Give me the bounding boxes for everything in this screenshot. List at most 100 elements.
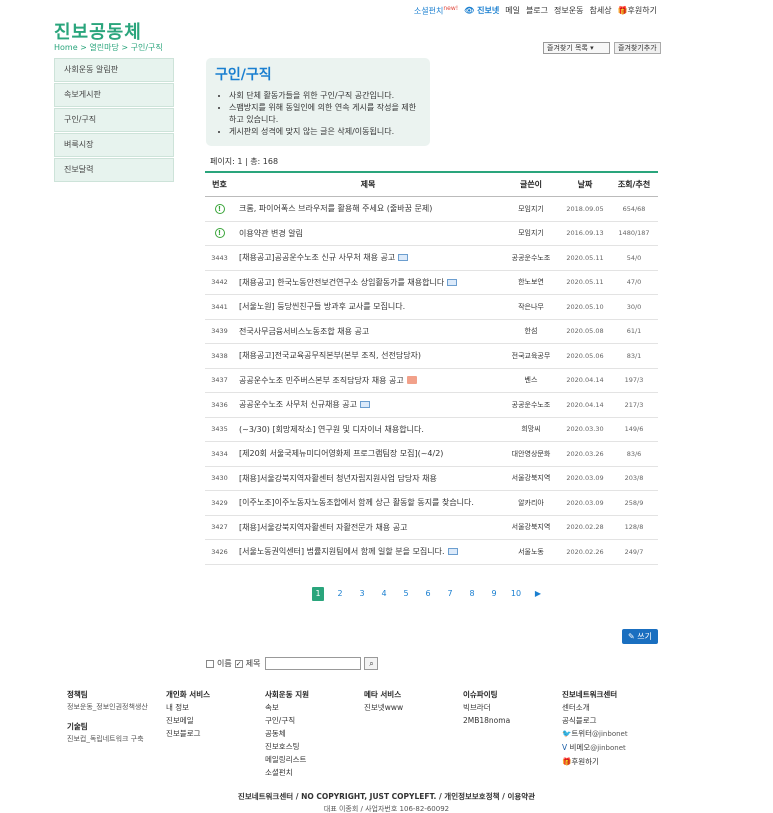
row-title[interactable]: [채용공고] 한국노동안전보건연구소 상임활동가를 채용합니다 [234, 277, 502, 288]
sidebar-item-jobs[interactable]: 구인/구직 [54, 108, 174, 132]
footer-link[interactable]: 공동체 [265, 727, 364, 740]
row-title[interactable]: 전국사무금융서비스노동조합 채용 공고 [234, 326, 502, 337]
table-row[interactable]: 3436 공공운수노조 사무처 신규채용 공고 공공운수노조 2020.04.14 21… [205, 393, 658, 418]
search-title-checkbox[interactable]: ✓ [234, 659, 243, 668]
footer-link[interactable]: 진보호스팅 [265, 740, 364, 753]
row-title[interactable]: [채용]서울강북지역자활센터 청년자립지원사업 담당자 채용 [234, 473, 502, 484]
footer-policy-links[interactable]: 진보네트워크센터 / NO COPYRIGHT, JUST COPYLEFT. … [0, 791, 773, 802]
jinbonet-link[interactable]: 👁 진보넷 [464, 5, 499, 16]
write-button[interactable]: ✎ 쓰기 [622, 629, 658, 644]
page-3[interactable]: 3 [351, 587, 373, 601]
footer-link[interactable]: 진보메일 [166, 714, 265, 727]
search-name-checkbox[interactable] [206, 659, 214, 668]
footer-link[interactable]: 메일링리스트 [265, 753, 364, 766]
page-2[interactable]: 2 [329, 587, 351, 601]
table-row[interactable]: 3441 [서울노원] 둥당씬친구들 방과후 교사를 모집니다. 작은나무 2020.… [205, 295, 658, 320]
next-page-icon[interactable]: ▶ [527, 587, 549, 601]
header-no: 번호 [212, 180, 227, 189]
row-title[interactable]: [이주노조]이주노동자노동조합에서 함께 상근 활동할 동지를 찾습니다. [234, 497, 502, 508]
table-row[interactable]: 3430 [채용]서울강북지역자활센터 청년자립지원사업 담당자 채용 서울강북지역… [205, 467, 658, 491]
table-row[interactable]: 3439 전국사무금융서비스노동조합 채용 공고 한섬 2020.05.08 61/1 [205, 320, 658, 344]
top-link-mail[interactable]: 메일 [505, 5, 520, 16]
table-row[interactable]: 3442 [채용공고] 한국노동안전보건연구소 상임활동가를 채용합니다 한노보연 2… [205, 271, 658, 295]
sidebar-item-calendar[interactable]: 진보달력 [54, 158, 174, 182]
table-row[interactable]: ! 이용약관 변경 알림 모임지기 2016.09.13 1480/187 [205, 222, 658, 246]
top-link-blog[interactable]: 블로그 [526, 5, 548, 16]
site-logo[interactable]: 진보공동체 [54, 18, 142, 44]
page-9[interactable]: 9 [483, 587, 505, 601]
row-title[interactable]: (~3/30) [회망제작소] 연구원 및 디자이너 채용합니다. [234, 424, 502, 435]
row-author[interactable]: 서울강북지역 [502, 473, 560, 483]
table-row[interactable]: ! 크롬, 파이어폭스 브라우저를 활용해 주세요 (줄바꿈 문제) 모임지기 201… [205, 197, 658, 222]
footer-link[interactable]: 진보넷www [364, 701, 463, 714]
table-row[interactable]: 3434 [제20회 서울국제뉴미디어영화제 프로그램팀장 모집](~4/2) 대안… [205, 442, 658, 467]
row-author[interactable]: 한섬 [502, 326, 560, 336]
row-title[interactable]: 이용약관 변경 알림 [234, 228, 502, 239]
footer-link[interactable]: 2MB18noma [463, 714, 562, 727]
row-date: 2020.05.11 [566, 278, 604, 287]
row-author[interactable]: 공공운수노조 [502, 400, 560, 410]
row-author[interactable]: 공공운수노조 [502, 253, 560, 263]
row-title[interactable]: 공공운수노조 민주버스본부 조직담당자 채용 공고 [234, 375, 502, 386]
footer-link[interactable]: 구인/구직 [265, 714, 364, 727]
page-4[interactable]: 4 [373, 587, 395, 601]
footer-link[interactable]: 정보운동_정보인권정책생산 [67, 701, 166, 714]
row-title[interactable]: 크롬, 파이어폭스 브라우저를 활용해 주세요 (줄바꿈 문제) [234, 203, 502, 214]
favorites-select[interactable]: 즐겨찾기 목록 ▾ [543, 42, 610, 54]
page-1[interactable]: 1 [312, 587, 324, 601]
row-title[interactable]: [제20회 서울국제뉴미디어영화제 프로그램팀장 모집](~4/2) [234, 448, 502, 459]
sidebar-item-news[interactable]: 속보게시판 [54, 83, 174, 107]
row-title[interactable]: 공공운수노조 사무처 신규채용 공고 [234, 399, 502, 410]
footer-link[interactable]: 진보컵_독립네트워크 구축 [67, 733, 166, 746]
table-row[interactable]: 3426 [서울노동권익센터] 법률지원팀에서 함께 일할 분을 모집니다. 서울노… [205, 540, 658, 565]
footer-link[interactable]: 내 정보 [166, 701, 265, 714]
social-punch-link[interactable]: 소셜펀치new! [414, 5, 458, 17]
row-title[interactable]: [서울노원] 둥당씬친구들 방과후 교사를 모집니다. [234, 301, 502, 312]
sidebar-item-market[interactable]: 벼룩시장 [54, 133, 174, 157]
row-author[interactable]: 모임지기 [502, 228, 560, 238]
table-row[interactable]: 3435 (~3/30) [회망제작소] 연구원 및 디자이너 채용합니다. 희망씨… [205, 418, 658, 442]
page-7[interactable]: 7 [439, 587, 461, 601]
table-row[interactable]: 3427 [채용]서울강북지역자활센터 자활전문가 채용 공고 서울강북지역 2020… [205, 516, 658, 540]
footer-link[interactable]: 소셜펀치 [265, 766, 364, 779]
footer-link[interactable]: 속보 [265, 701, 364, 714]
row-author[interactable]: 대안영상문화 [502, 449, 560, 459]
row-author[interactable]: 서울노동 [502, 547, 560, 557]
search-input[interactable] [265, 657, 362, 670]
page-8[interactable]: 8 [461, 587, 483, 601]
footer-link[interactable]: 센터소개 [562, 701, 661, 714]
row-author[interactable]: 벤스 [502, 375, 560, 385]
add-favorite-button[interactable]: 즐겨찾기추가 [614, 42, 661, 54]
sidebar-item-notice[interactable]: 사회운동 알림판 [54, 58, 174, 82]
search-icon[interactable]: ⌕ [364, 657, 379, 670]
footer-link[interactable]: 빅브라더 [463, 701, 562, 714]
vimeo-link[interactable]: V 비메오@jinbonet [562, 741, 661, 755]
top-link-chamsesang[interactable]: 참세상 [589, 5, 611, 16]
table-row[interactable]: 3438 [채용공고]전국교육공무직본부(본부 조직, 선전담당자) 전국교육공무 2… [205, 344, 658, 369]
footer-donate-link[interactable]: 🎁후원하기 [562, 755, 661, 768]
row-author[interactable]: 한노보연 [502, 277, 560, 287]
row-title[interactable]: [채용]서울강북지역자활센터 자활전문가 채용 공고 [234, 522, 502, 533]
page-10[interactable]: 10 [505, 587, 527, 601]
footer-heading: 진보네트워크센터 [562, 690, 618, 699]
page-5[interactable]: 5 [395, 587, 417, 601]
row-author[interactable]: 모임지기 [502, 204, 560, 214]
row-author[interactable]: 전국교육공무 [502, 351, 560, 361]
row-author[interactable]: 알카리아 [502, 498, 560, 508]
intro-bullet: 스팸방지를 위해 동일인에 의한 연속 게시를 작성을 제한하고 있습니다. [229, 102, 421, 126]
row-title[interactable]: [채용공고]전국교육공무직본부(본부 조직, 선전담당자) [234, 350, 502, 361]
table-row[interactable]: 3429 [이주노조]이주노동자노동조합에서 함께 상근 활동할 동지를 찾습니다… [205, 491, 658, 516]
table-row[interactable]: 3437 공공운수노조 민주버스본부 조직담당자 채용 공고 벤스 2020.04.1… [205, 369, 658, 393]
footer-link[interactable]: 진보블로그 [166, 727, 265, 740]
row-author[interactable]: 희망씨 [502, 424, 560, 434]
row-title[interactable]: [서울노동권익센터] 법률지원팀에서 함께 일할 분을 모집니다. [234, 546, 502, 557]
row-title[interactable]: [채용공고]공공운수노조 신규 사무처 채용 공고 [234, 252, 502, 263]
donate-link[interactable]: 🎁후원하기 [618, 5, 657, 16]
table-row[interactable]: 3443 [채용공고]공공운수노조 신규 사무처 채용 공고 공공운수노조 2020.… [205, 246, 658, 271]
page-6[interactable]: 6 [417, 587, 439, 601]
row-author[interactable]: 작은나무 [502, 302, 560, 312]
twitter-link[interactable]: 🐦트위터@jinbonet [562, 727, 661, 741]
row-author[interactable]: 서울강북지역 [502, 522, 560, 532]
footer-link[interactable]: 공식블로그 [562, 714, 661, 727]
top-link-info[interactable]: 정보운동 [554, 5, 583, 16]
